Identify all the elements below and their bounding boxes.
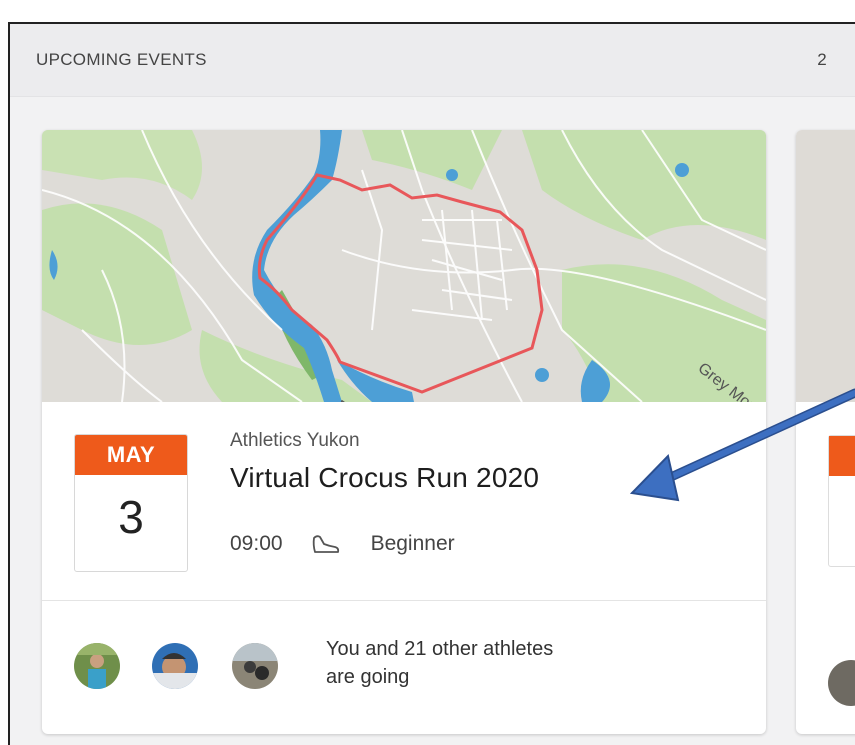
attendance-line: You and 21 other athletes xyxy=(326,638,554,660)
avatar[interactable] xyxy=(232,643,278,689)
shoe-icon xyxy=(312,535,339,553)
event-card[interactable]: Grey Mou M Ch MAY 3 Athletics Yukon Virt… xyxy=(42,130,766,734)
events-count: 2 xyxy=(817,50,827,69)
route-map[interactable]: Grey Mou M Ch xyxy=(42,130,766,424)
route-map[interactable] xyxy=(796,130,855,402)
events-panel: UPCOMING EVENTS 2 Grey Mou MAY 3 Athleti… xyxy=(8,22,855,745)
date-day: 3 xyxy=(118,491,144,543)
event-time: 09:00 xyxy=(230,532,283,555)
difficulty-level: Beginner xyxy=(370,532,455,555)
attendees-row[interactable]: You and 21 other athletes are going xyxy=(42,601,766,734)
avatar[interactable] xyxy=(74,643,120,689)
event-title[interactable]: Virtual Crocus Run 2020 xyxy=(230,462,539,494)
section-title: UPCOMING EVENTS xyxy=(36,50,207,69)
attendance-line: are going xyxy=(326,666,410,688)
event-card-next[interactable] xyxy=(796,130,855,734)
event-info: MAY 3 Athletics Yukon Virtual Crocus Run… xyxy=(42,402,766,601)
avatar[interactable] xyxy=(828,660,855,706)
map-image: Grey Mou M Ch xyxy=(42,130,766,424)
avatar[interactable] xyxy=(152,643,198,689)
event-meta: 09:00 Beginner xyxy=(230,532,455,556)
attendance-text: You and 21 other athletes are going xyxy=(326,635,646,691)
date-month xyxy=(829,436,855,476)
date-month: MAY xyxy=(75,435,187,475)
events-header: UPCOMING EVENTS 2 xyxy=(10,24,855,97)
date-badge: MAY 3 xyxy=(74,434,188,572)
club-name[interactable]: Athletics Yukon xyxy=(230,430,360,452)
date-badge xyxy=(828,435,855,567)
